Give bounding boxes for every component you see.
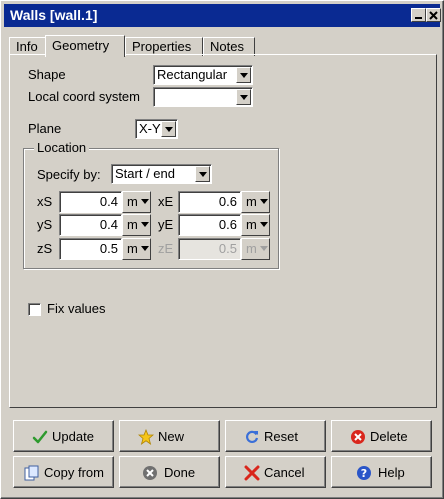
title-bar[interactable]: Walls [wall.1] <box>4 4 441 27</box>
tab-label: Notes <box>210 39 244 54</box>
unit-label: m <box>246 194 257 209</box>
chevron-down-icon <box>260 199 268 204</box>
star-icon <box>138 429 154 445</box>
help-icon: ? <box>357 466 371 480</box>
cancel-icon <box>244 465 260 481</box>
copy-from-button[interactable]: Copy from <box>13 456 114 488</box>
xs-input[interactable]: 0.4 <box>59 191 122 213</box>
chevron-down-icon <box>141 222 149 227</box>
specify-by-label: Specify by: <box>37 167 101 182</box>
done-button[interactable]: Done <box>119 456 220 488</box>
done-icon <box>143 466 157 480</box>
ye-value: 0.6 <box>218 217 237 232</box>
reset-button[interactable]: Reset <box>225 420 326 452</box>
close-button[interactable] <box>426 8 441 22</box>
chevron-down-icon[interactable] <box>161 121 176 137</box>
shape-label: Shape <box>28 67 66 82</box>
button-label: Cancel <box>264 465 305 480</box>
delete-icon <box>351 430 365 444</box>
xe-value: 0.6 <box>218 194 237 209</box>
chevron-down-icon <box>260 222 268 227</box>
checkmark-icon <box>32 430 48 444</box>
chevron-down-icon <box>141 199 149 204</box>
update-button[interactable]: Update <box>13 420 114 452</box>
unit-label: m <box>127 217 138 232</box>
refresh-icon <box>246 430 259 443</box>
xs-value: 0.4 <box>99 194 118 209</box>
cancel-button[interactable]: Cancel <box>225 456 326 488</box>
plane-select[interactable]: X-Y <box>135 119 178 139</box>
xe-label: xE <box>158 194 174 209</box>
button-label: Done <box>164 465 196 480</box>
chevron-down-icon[interactable] <box>236 67 251 83</box>
tab-label: Geometry <box>52 38 110 53</box>
walls-dialog: Walls [wall.1] Info Geometry Properties … <box>0 0 444 499</box>
ye-label: yE <box>158 217 174 232</box>
window-title: Walls [wall.1] <box>10 7 98 23</box>
ys-input[interactable]: 0.4 <box>59 214 122 236</box>
ye-input[interactable]: 0.6 <box>178 214 241 236</box>
new-button[interactable]: New <box>119 420 220 452</box>
button-label: Update <box>52 429 94 444</box>
copy-icon <box>24 465 39 481</box>
ze-label: zE <box>158 241 174 256</box>
button-label: Reset <box>264 429 298 444</box>
ze-value: 0.5 <box>218 241 237 256</box>
zs-label: zS <box>37 241 53 256</box>
location-legend: Location <box>34 140 90 155</box>
ye-unit-select[interactable]: m <box>241 214 270 236</box>
svg-text:?: ? <box>361 467 367 480</box>
plane-label: Plane <box>28 121 62 136</box>
chevron-down-icon[interactable] <box>236 89 251 105</box>
tab-geometry[interactable]: Geometry <box>45 35 125 57</box>
specify-by-select[interactable]: Start / end <box>111 164 212 184</box>
ze-unit-select: m <box>241 238 270 260</box>
zs-input[interactable]: 0.5 <box>59 238 122 260</box>
shape-select[interactable]: Rectangular <box>153 65 253 85</box>
plane-value: X-Y <box>139 121 161 136</box>
button-label: New <box>158 429 185 444</box>
delete-button[interactable]: Delete <box>331 420 432 452</box>
xe-unit-select[interactable]: m <box>241 191 270 213</box>
ys-label: yS <box>37 217 53 232</box>
button-label: Copy from <box>44 465 104 480</box>
fix-values-label: Fix values <box>47 301 106 316</box>
chevron-down-icon[interactable] <box>195 166 210 182</box>
chevron-down-icon <box>260 246 268 251</box>
ys-value: 0.4 <box>99 217 118 232</box>
minimize-button[interactable] <box>411 8 426 22</box>
xs-unit-select[interactable]: m <box>122 191 151 213</box>
unit-label: m <box>246 241 257 256</box>
xs-label: xS <box>37 194 53 209</box>
ys-unit-select[interactable]: m <box>122 214 151 236</box>
ze-input: 0.5 <box>178 238 241 260</box>
zs-unit-select[interactable]: m <box>122 238 151 260</box>
local-coord-label: Local coord system <box>28 89 140 104</box>
fix-values-checkbox[interactable] <box>28 303 41 316</box>
unit-label: m <box>127 241 138 256</box>
help-button[interactable]: ? Help <box>331 456 432 488</box>
button-label: Help <box>378 465 405 480</box>
unit-label: m <box>127 194 138 209</box>
chevron-down-icon <box>141 246 149 251</box>
tab-label: Properties <box>132 39 192 54</box>
specify-by-value: Start / end <box>115 166 175 181</box>
local-coord-select[interactable] <box>153 87 253 107</box>
close-icon <box>429 11 438 20</box>
xe-input[interactable]: 0.6 <box>178 191 241 213</box>
button-label: Delete <box>370 429 408 444</box>
zs-value: 0.5 <box>99 241 118 256</box>
tab-label: Info <box>16 39 38 54</box>
shape-value: Rectangular <box>157 67 228 82</box>
unit-label: m <box>246 217 257 232</box>
